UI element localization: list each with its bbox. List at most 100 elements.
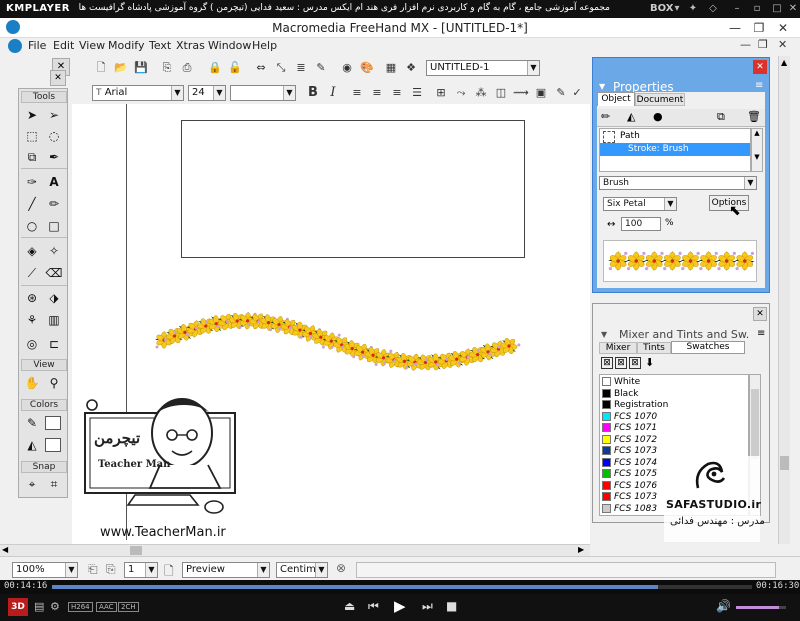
pen-tool-icon[interactable]: ✑ xyxy=(23,173,41,191)
perspective-tool-icon[interactable]: ◈ xyxy=(23,242,41,260)
swatch-item[interactable]: FCS 1071 xyxy=(602,423,746,434)
menu-file[interactable]: File xyxy=(28,39,46,52)
tools-close-icon[interactable]: ✕ xyxy=(50,70,66,86)
text-wrap-icon[interactable]: ⁂ xyxy=(472,84,490,102)
scroll-left-icon[interactable]: ◀ xyxy=(2,545,8,554)
align-center-icon[interactable]: ≡ xyxy=(368,84,386,102)
line-tool-icon[interactable]: ╱ xyxy=(23,195,41,213)
import-icon[interactable]: ⎘ xyxy=(158,59,176,77)
lock-icon[interactable]: 🔒 xyxy=(206,59,224,77)
justify-icon[interactable]: ☰ xyxy=(408,84,426,102)
swatch-item[interactable]: FCS 1070 xyxy=(602,411,746,423)
text-columns-icon[interactable]: ⊞ xyxy=(432,84,450,102)
document-selector[interactable]: UNTITLED-1 ▼ xyxy=(426,60,540,76)
fill-color-icon[interactable]: ◭ xyxy=(23,436,41,454)
none-stroke-icon[interactable]: ⊠ xyxy=(601,357,613,369)
fullscreen-icon[interactable]: □ xyxy=(770,2,784,16)
color-palette-icon[interactable]: 🎨 xyxy=(358,59,376,77)
eject-icon[interactable]: ⏏ xyxy=(344,599,355,613)
chart-tool-icon[interactable]: ▥ xyxy=(45,311,63,329)
stroke-color-icon[interactable]: ✎ xyxy=(23,414,41,432)
connector-tool-icon[interactable]: ◎ xyxy=(23,335,41,353)
text-on-path-icon[interactable]: ⤳ xyxy=(452,84,470,102)
freeform-tool-icon[interactable]: ✧ xyxy=(45,242,63,260)
duplicate-attr-icon[interactable]: ⧉ xyxy=(717,110,725,124)
transform-icon[interactable]: ⤡ xyxy=(272,59,290,77)
blend-tool-icon[interactable]: ⊛ xyxy=(23,289,41,307)
layers-icon[interactable]: ≣ xyxy=(292,59,310,77)
menu-modify[interactable]: Modify xyxy=(108,39,144,52)
zoom-tool-icon[interactable]: ⚲ xyxy=(45,374,63,392)
spell-check-icon[interactable]: ✓ xyxy=(568,84,586,102)
previous-icon[interactable]: ⏮ xyxy=(368,599,379,614)
volume-slider[interactable] xyxy=(736,606,786,609)
scroll-thumb[interactable] xyxy=(130,546,142,555)
page-rectangle[interactable] xyxy=(181,120,525,258)
width-input[interactable]: 100 xyxy=(621,217,661,231)
tab-object[interactable]: Object xyxy=(597,92,635,106)
unlock-icon[interactable]: 🔓 xyxy=(226,59,244,77)
window-restore-icon[interactable]: ❐ xyxy=(748,20,770,36)
hand-tool-icon[interactable]: ✋ xyxy=(23,374,41,392)
menu-view[interactable]: View xyxy=(79,39,105,52)
download-arrow-icon[interactable]: ⬇ xyxy=(645,356,654,369)
convert-to-paths-icon[interactable]: ◫ xyxy=(492,84,510,102)
trash-icon[interactable]: 🗑 xyxy=(747,110,761,123)
snap-to-grid-icon[interactable]: ⌗ xyxy=(45,475,63,493)
page-select[interactable]: 1 ▼ xyxy=(124,562,158,578)
graphic-hose-icon[interactable]: ⚘ xyxy=(23,311,41,329)
menu-help[interactable]: Help xyxy=(252,39,277,52)
swatch-item[interactable]: White xyxy=(602,377,746,388)
tab-document[interactable]: Document xyxy=(635,93,685,106)
attach-to-path-icon[interactable]: ⟿ xyxy=(512,84,530,102)
doc-close-icon[interactable]: ✕ xyxy=(778,38,787,51)
volume-icon[interactable]: 🔊 xyxy=(716,599,731,613)
tab-tints[interactable]: Tints xyxy=(637,342,671,354)
scroll-thumb[interactable] xyxy=(751,389,759,459)
3d-button[interactable]: 3D xyxy=(8,598,28,616)
knife-tool-icon[interactable]: ⟋ xyxy=(23,264,41,282)
font-style-select[interactable]: ▼ xyxy=(230,85,296,101)
grid-icon[interactable]: ▦ xyxy=(382,59,400,77)
view-mode-select[interactable]: Preview ▼ xyxy=(182,562,270,578)
menu-window[interactable]: Window xyxy=(208,39,251,52)
swatch-item[interactable]: Black xyxy=(602,388,746,400)
snap-to-point-icon[interactable]: ⌖ xyxy=(23,475,41,493)
panel-menu-icon[interactable]: ≡ xyxy=(757,328,765,339)
seek-bar[interactable] xyxy=(52,585,752,589)
stroke-attr-icon[interactable]: ✏ xyxy=(601,110,610,123)
next-icon[interactable]: ⏭ xyxy=(422,599,433,614)
eraser-tool-icon[interactable]: ⌫ xyxy=(45,264,63,282)
scale-tool-icon[interactable]: ⧉ xyxy=(23,148,41,166)
save-icon[interactable]: 💾 xyxy=(132,59,150,77)
pointer-tool-icon[interactable]: ➤ xyxy=(23,106,41,124)
lasso-tool-icon[interactable]: ◌ xyxy=(45,127,63,145)
canvas-horizontal-scrollbar[interactable]: ◀ ▶ xyxy=(0,544,590,556)
fill-swatch[interactable] xyxy=(45,438,61,452)
menu-text[interactable]: Text xyxy=(149,39,171,52)
document-icon[interactable] xyxy=(8,39,22,53)
ellipse-tool-icon[interactable]: ○ xyxy=(23,217,41,235)
link-tool-icon[interactable]: ⊏ xyxy=(45,335,63,353)
cancel-render-icon[interactable]: ⊗ xyxy=(336,561,346,575)
stroke-swatch[interactable] xyxy=(45,416,61,430)
swatch-item[interactable]: Registration xyxy=(602,400,746,411)
prev-page-icon[interactable]: ⎗ xyxy=(88,562,98,577)
stroke-type-select[interactable]: Brush ▼ xyxy=(599,176,757,190)
playlist-icon[interactable]: ▤ xyxy=(34,600,44,613)
chevron-down-icon[interactable]: ▼ xyxy=(315,563,327,577)
page-tool-icon[interactable]: ⬚ xyxy=(23,127,41,145)
align-right-icon[interactable]: ≡ xyxy=(388,84,406,102)
stop-icon[interactable]: ■ xyxy=(446,599,457,613)
chevron-down-icon[interactable]: ▼ xyxy=(744,177,756,189)
properties-close-icon[interactable]: ✕ xyxy=(753,60,767,74)
chevron-down-icon[interactable]: ▼ xyxy=(65,563,77,577)
collapse-icon[interactable]: ▼ xyxy=(601,330,607,339)
swatch-item[interactable]: FCS 1072 xyxy=(602,434,746,446)
menu-edit[interactable]: Edit xyxy=(53,39,74,52)
flow-inside-icon[interactable]: ▣ xyxy=(532,84,550,102)
open-folder-icon[interactable]: 📂 xyxy=(112,59,130,77)
chevron-down-icon[interactable]: ▾ xyxy=(670,2,684,16)
chevron-down-icon[interactable]: ▼ xyxy=(171,86,183,100)
scroll-up-icon[interactable]: ▲ xyxy=(781,58,787,67)
